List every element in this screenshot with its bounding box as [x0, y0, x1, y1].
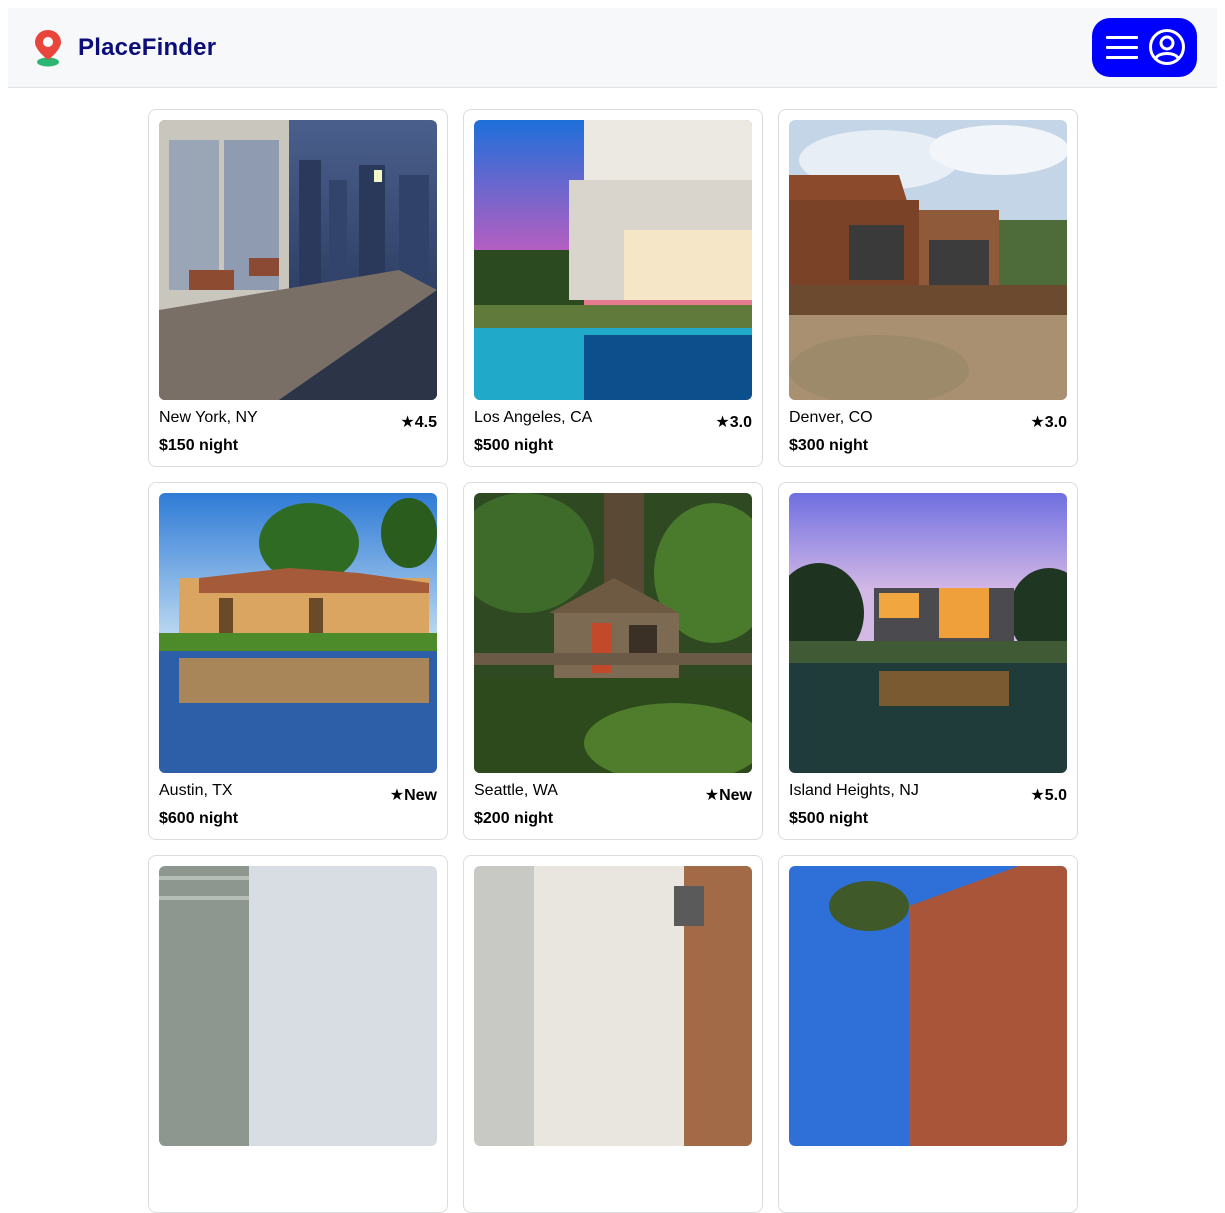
listing-location: Denver, CO — [789, 409, 873, 426]
listing-card[interactable] — [778, 855, 1078, 1213]
listing-card[interactable]: New York, NY ★4.5 $150 night — [148, 109, 448, 467]
listing-rating: ★5.0 — [1030, 787, 1067, 804]
listing-price: $150 night — [159, 437, 239, 454]
account-menu-button[interactable] — [1092, 18, 1197, 77]
listing-photo[interactable] — [474, 120, 752, 400]
listing-location: New York, NY — [159, 409, 258, 426]
listing-price: $600 night — [159, 810, 239, 827]
map-pin-icon[interactable] — [33, 29, 63, 67]
listing-price: $300 night — [789, 437, 869, 454]
listing-photo[interactable] — [159, 120, 437, 400]
listing-photo[interactable] — [789, 866, 1067, 1146]
listing-rating: ★4.5 — [400, 414, 437, 431]
listing-rating: ★New — [389, 787, 437, 804]
listing-card[interactable]: Austin, TX ★New $600 night — [148, 482, 448, 840]
listing-photo[interactable] — [474, 493, 752, 773]
hamburger-icon — [1106, 36, 1138, 59]
listing-location: Austin, TX — [159, 782, 233, 799]
user-circle-icon — [1149, 29, 1185, 65]
listing-price: $200 night — [474, 810, 554, 827]
listing-rating: ★New — [704, 787, 752, 804]
listing-price: $500 night — [789, 810, 869, 827]
listing-photo[interactable] — [159, 866, 437, 1146]
listing-photo[interactable] — [789, 493, 1067, 773]
brand-name[interactable]: PlaceFinder — [78, 34, 216, 62]
listing-photo[interactable] — [159, 493, 437, 773]
listing-photo[interactable] — [789, 120, 1067, 400]
listing-rating: ★3.0 — [715, 414, 752, 431]
listing-card[interactable]: Denver, CO ★3.0 $300 night — [778, 109, 1078, 467]
listing-photo[interactable] — [474, 866, 752, 1146]
listing-location: Seattle, WA — [474, 782, 558, 799]
listing-card[interactable] — [463, 855, 763, 1213]
listing-price: $500 night — [474, 437, 554, 454]
listing-card[interactable]: Seattle, WA ★New $200 night — [463, 482, 763, 840]
listing-card[interactable]: Island Heights, NJ ★5.0 $500 night — [778, 482, 1078, 840]
top-navbar: PlaceFinder — [8, 8, 1217, 88]
listing-card[interactable] — [148, 855, 448, 1213]
listing-location: Island Heights, NJ — [789, 782, 919, 799]
listing-rating: ★3.0 — [1030, 414, 1067, 431]
listing-card[interactable]: Los Angeles, CA ★3.0 $500 night — [463, 109, 763, 467]
listing-location: Los Angeles, CA — [474, 409, 593, 426]
